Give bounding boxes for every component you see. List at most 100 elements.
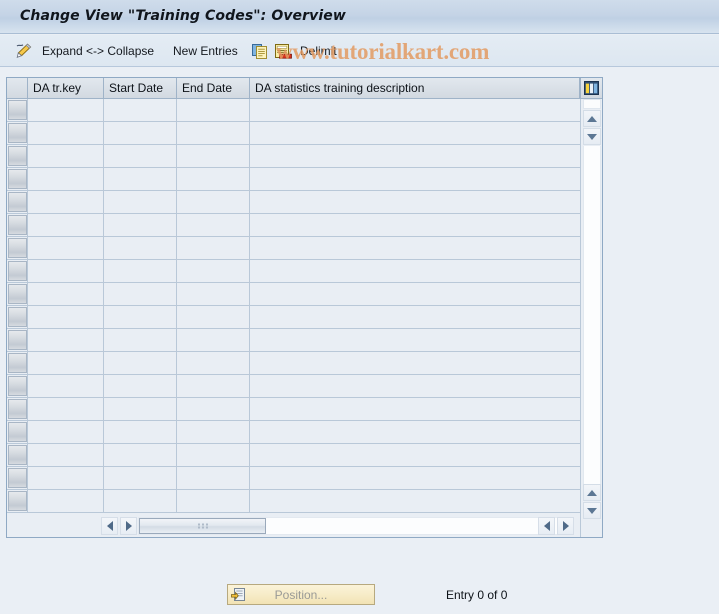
scroll-down-button[interactable] bbox=[583, 128, 601, 145]
cell-divider bbox=[176, 237, 177, 259]
row-select-button[interactable] bbox=[8, 422, 27, 442]
cell-divider bbox=[103, 352, 104, 374]
table-row[interactable] bbox=[7, 444, 580, 467]
cell-divider bbox=[249, 145, 250, 167]
cell-divider bbox=[27, 191, 28, 213]
cell-divider bbox=[176, 398, 177, 420]
row-select-button[interactable] bbox=[8, 146, 27, 166]
scroll-up-button[interactable] bbox=[583, 110, 601, 127]
cell-divider bbox=[103, 398, 104, 420]
row-select-button[interactable] bbox=[8, 100, 27, 120]
table-row[interactable] bbox=[7, 283, 580, 306]
cell-divider bbox=[176, 191, 177, 213]
cell-divider bbox=[103, 214, 104, 236]
pencil-icon[interactable] bbox=[15, 43, 33, 59]
vertical-scroll-track-top[interactable] bbox=[583, 99, 601, 109]
cell-divider bbox=[249, 260, 250, 282]
row-select-button[interactable] bbox=[8, 330, 27, 350]
row-select-button[interactable] bbox=[8, 353, 27, 373]
cell-divider bbox=[103, 122, 104, 144]
vertical-scroll-track[interactable] bbox=[583, 146, 601, 484]
table-row[interactable] bbox=[7, 237, 580, 260]
scroll-left-button[interactable] bbox=[101, 517, 118, 535]
cell-divider bbox=[27, 444, 28, 466]
horizontal-scrollbar[interactable] bbox=[7, 515, 580, 537]
expand-collapse-button[interactable]: Expand <-> Collapse bbox=[40, 35, 156, 67]
table-row[interactable] bbox=[7, 260, 580, 283]
row-select-button[interactable] bbox=[8, 261, 27, 281]
scroll-up-button-bottom[interactable] bbox=[583, 484, 601, 501]
delimit-button[interactable]: Delimit bbox=[298, 35, 339, 67]
table-row[interactable] bbox=[7, 168, 580, 191]
row-select-button[interactable] bbox=[8, 445, 27, 465]
row-select-button[interactable] bbox=[8, 123, 27, 143]
table-settings-icon[interactable] bbox=[580, 78, 602, 98]
table-row[interactable] bbox=[7, 375, 580, 398]
column-header-da-tr-key[interactable]: DA tr.key bbox=[28, 78, 104, 98]
cell-divider bbox=[27, 375, 28, 397]
row-select-button[interactable] bbox=[8, 215, 27, 235]
table-row[interactable] bbox=[7, 145, 580, 168]
row-select-button[interactable] bbox=[8, 468, 27, 488]
horizontal-scroll-track[interactable] bbox=[138, 517, 574, 535]
table-body[interactable] bbox=[7, 99, 580, 516]
column-header-end-date[interactable]: End Date bbox=[177, 78, 250, 98]
copy-icon[interactable] bbox=[252, 44, 268, 59]
row-select-button[interactable] bbox=[8, 376, 27, 396]
row-select-button[interactable] bbox=[8, 399, 27, 419]
position-button-label: Position... bbox=[274, 587, 328, 602]
cell-divider bbox=[103, 306, 104, 328]
expand-collapse-label: Expand <-> Collapse bbox=[42, 44, 155, 58]
cell-divider bbox=[27, 352, 28, 374]
cell-divider bbox=[27, 490, 28, 512]
cell-divider bbox=[103, 260, 104, 282]
table-row[interactable] bbox=[7, 421, 580, 444]
delimit-icon[interactable] bbox=[275, 44, 292, 60]
cell-divider bbox=[27, 283, 28, 305]
horizontal-scroll-thumb[interactable] bbox=[139, 518, 266, 534]
row-select-button[interactable] bbox=[8, 192, 27, 212]
cell-divider bbox=[103, 490, 104, 512]
cell-divider bbox=[176, 306, 177, 328]
row-select-button[interactable] bbox=[8, 169, 27, 189]
cell-divider bbox=[249, 421, 250, 443]
table-row[interactable] bbox=[7, 122, 580, 145]
table-row[interactable] bbox=[7, 398, 580, 421]
new-entries-button[interactable]: New Entries bbox=[171, 35, 240, 67]
column-header-da-statistics-training-description[interactable]: DA statistics training description bbox=[250, 78, 580, 98]
cell-divider bbox=[103, 283, 104, 305]
table-row[interactable] bbox=[7, 352, 580, 375]
scroll-right-button-end[interactable] bbox=[557, 517, 574, 535]
table-header-corner[interactable] bbox=[7, 78, 28, 98]
row-select-button[interactable] bbox=[8, 238, 27, 258]
vertical-scrollbar[interactable] bbox=[580, 99, 602, 537]
cell-divider bbox=[249, 122, 250, 144]
cell-divider bbox=[249, 237, 250, 259]
position-button[interactable]: Position... bbox=[227, 584, 375, 605]
entry-count-status: Entry 0 of 0 bbox=[446, 588, 508, 602]
scroll-left-button-end[interactable] bbox=[538, 517, 555, 535]
row-select-button[interactable] bbox=[8, 284, 27, 304]
table-row[interactable] bbox=[7, 467, 580, 490]
cell-divider bbox=[27, 214, 28, 236]
cell-divider bbox=[27, 145, 28, 167]
cell-divider bbox=[249, 375, 250, 397]
cell-divider bbox=[176, 283, 177, 305]
table-row[interactable] bbox=[7, 306, 580, 329]
table-row[interactable] bbox=[7, 214, 580, 237]
cell-divider bbox=[176, 122, 177, 144]
cell-divider bbox=[103, 467, 104, 489]
row-select-button[interactable] bbox=[8, 491, 27, 511]
cell-divider bbox=[176, 352, 177, 374]
cell-divider bbox=[27, 467, 28, 489]
column-header-start-date[interactable]: Start Date bbox=[104, 78, 177, 98]
table-row[interactable] bbox=[7, 329, 580, 352]
scroll-right-button[interactable] bbox=[120, 517, 137, 535]
scroll-down-button-bottom[interactable] bbox=[583, 502, 601, 519]
table-row[interactable] bbox=[7, 191, 580, 214]
table-row[interactable] bbox=[7, 99, 580, 122]
cell-divider bbox=[27, 168, 28, 190]
arrow-right-icon bbox=[125, 521, 132, 531]
row-select-button[interactable] bbox=[8, 307, 27, 327]
table-row[interactable] bbox=[7, 490, 580, 513]
